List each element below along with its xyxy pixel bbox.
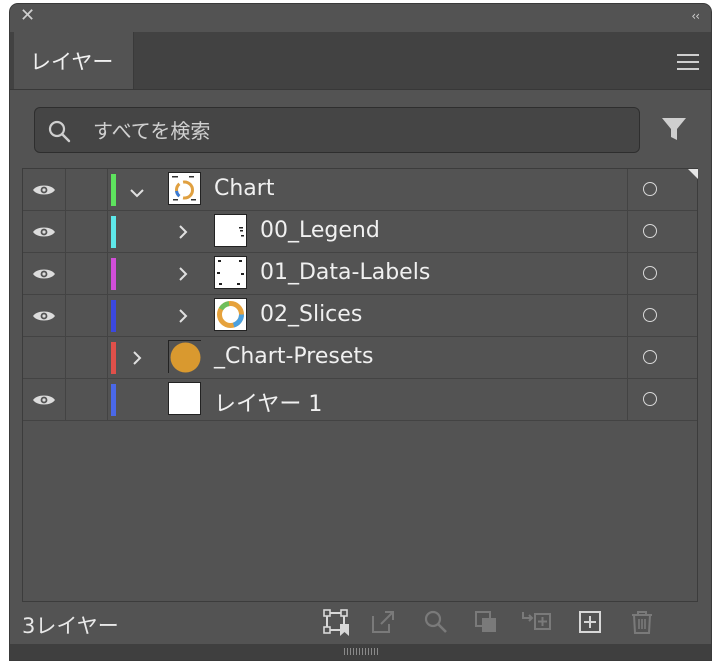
target-circle-icon[interactable] [643,224,657,238]
eye-icon [32,266,56,286]
layer-name[interactable]: 01_Data-Labels [260,260,430,285]
layers-panel: ✕ ‹‹ レイヤー Chart 00_Legend 01_Data-Labels 02… [10,4,711,660]
layer-name[interactable]: レイヤー 1 [214,386,322,418]
target-column [627,295,698,336]
eye-icon [32,392,56,412]
layer-thumbnail [214,214,247,247]
target-column [627,253,698,294]
layer-color-swatch [111,384,116,416]
layer-thumbnail [168,172,201,205]
layer-row[interactable]: Chart [23,169,698,211]
visibility-toggle[interactable] [23,337,66,378]
search-icon [48,120,71,143]
layer-count: 3レイヤー [22,614,119,638]
target-circle-icon[interactable] [643,392,657,406]
delete-layer-icon[interactable] [628,608,656,636]
layer-row[interactable]: 00_Legend [23,211,697,253]
target-column [627,379,698,420]
create-sublayer-icon[interactable] [520,608,554,636]
target-column [627,337,698,378]
selection-indicator [688,169,698,179]
export-selection-icon[interactable] [369,608,397,636]
lock-toggle[interactable] [65,295,108,336]
collect-for-export-icon[interactable] [322,608,352,638]
target-column [627,211,698,252]
visibility-toggle[interactable] [23,253,66,294]
visibility-toggle[interactable] [23,295,66,336]
layer-thumbnail [214,256,247,289]
chevron-down-icon[interactable] [129,184,145,203]
lock-toggle[interactable] [65,211,108,252]
layer-name[interactable]: _Chart-Presets [214,344,373,369]
target-circle-icon[interactable] [643,266,657,280]
tab-layers[interactable]: レイヤー [14,32,134,89]
lock-toggle[interactable] [65,253,108,294]
create-new-layer-icon[interactable] [576,608,604,636]
visibility-toggle[interactable] [23,169,66,210]
layer-name[interactable]: 00_Legend [260,218,380,243]
resize-grip[interactable] [10,644,711,660]
chevron-right-icon[interactable] [131,350,143,370]
layer-color-swatch [111,300,116,332]
layer-name[interactable]: Chart [214,176,274,201]
panel-footer: 3レイヤー [10,604,711,644]
layer-color-swatch [111,258,116,290]
target-circle-icon[interactable] [643,308,657,322]
layer-row[interactable]: 01_Data-Labels [23,253,697,295]
layer-row[interactable]: _Chart-Presets [23,337,697,379]
locate-object-icon[interactable] [422,608,450,636]
filter-icon[interactable] [660,115,688,143]
layer-color-swatch [111,216,116,248]
eye-icon [32,182,56,202]
eye-icon [32,224,56,244]
make-clipping-mask-icon[interactable] [472,608,500,636]
layer-thumbnail [214,298,247,331]
lock-toggle[interactable] [65,169,108,210]
visibility-toggle[interactable] [23,379,66,420]
layer-name[interactable]: 02_Slices [260,302,362,327]
hamburger-menu-icon[interactable] [677,54,699,70]
visibility-toggle[interactable] [23,211,66,252]
panel-titlebar: ✕ ‹‹ [10,4,711,33]
layer-row[interactable]: 02_Slices [23,295,697,337]
layer-thumbnail [168,382,201,415]
collapse-panel-icon[interactable]: ‹‹ [691,9,700,23]
chevron-right-icon[interactable] [177,224,189,244]
chevron-right-icon[interactable] [177,308,189,328]
layer-color-swatch [111,342,116,374]
target-circle-icon[interactable] [643,182,657,196]
layer-thumbnail [168,340,202,374]
close-icon[interactable]: ✕ [20,7,36,25]
target-column [627,169,698,210]
search-input[interactable] [91,116,625,146]
layers-list: Chart 00_Legend 01_Data-Labels 02_Slices _Ch… [22,168,698,602]
chevron-right-icon[interactable] [177,266,189,286]
layer-color-swatch [111,174,116,206]
target-circle-icon[interactable] [643,350,657,364]
lock-toggle[interactable] [65,379,108,420]
lock-toggle[interactable] [65,337,108,378]
tab-bar: レイヤー [10,32,711,90]
layer-row[interactable]: レイヤー 1 [23,379,697,421]
eye-icon [32,308,56,328]
tab-label: レイヤー [30,49,114,74]
search-box [34,107,640,153]
